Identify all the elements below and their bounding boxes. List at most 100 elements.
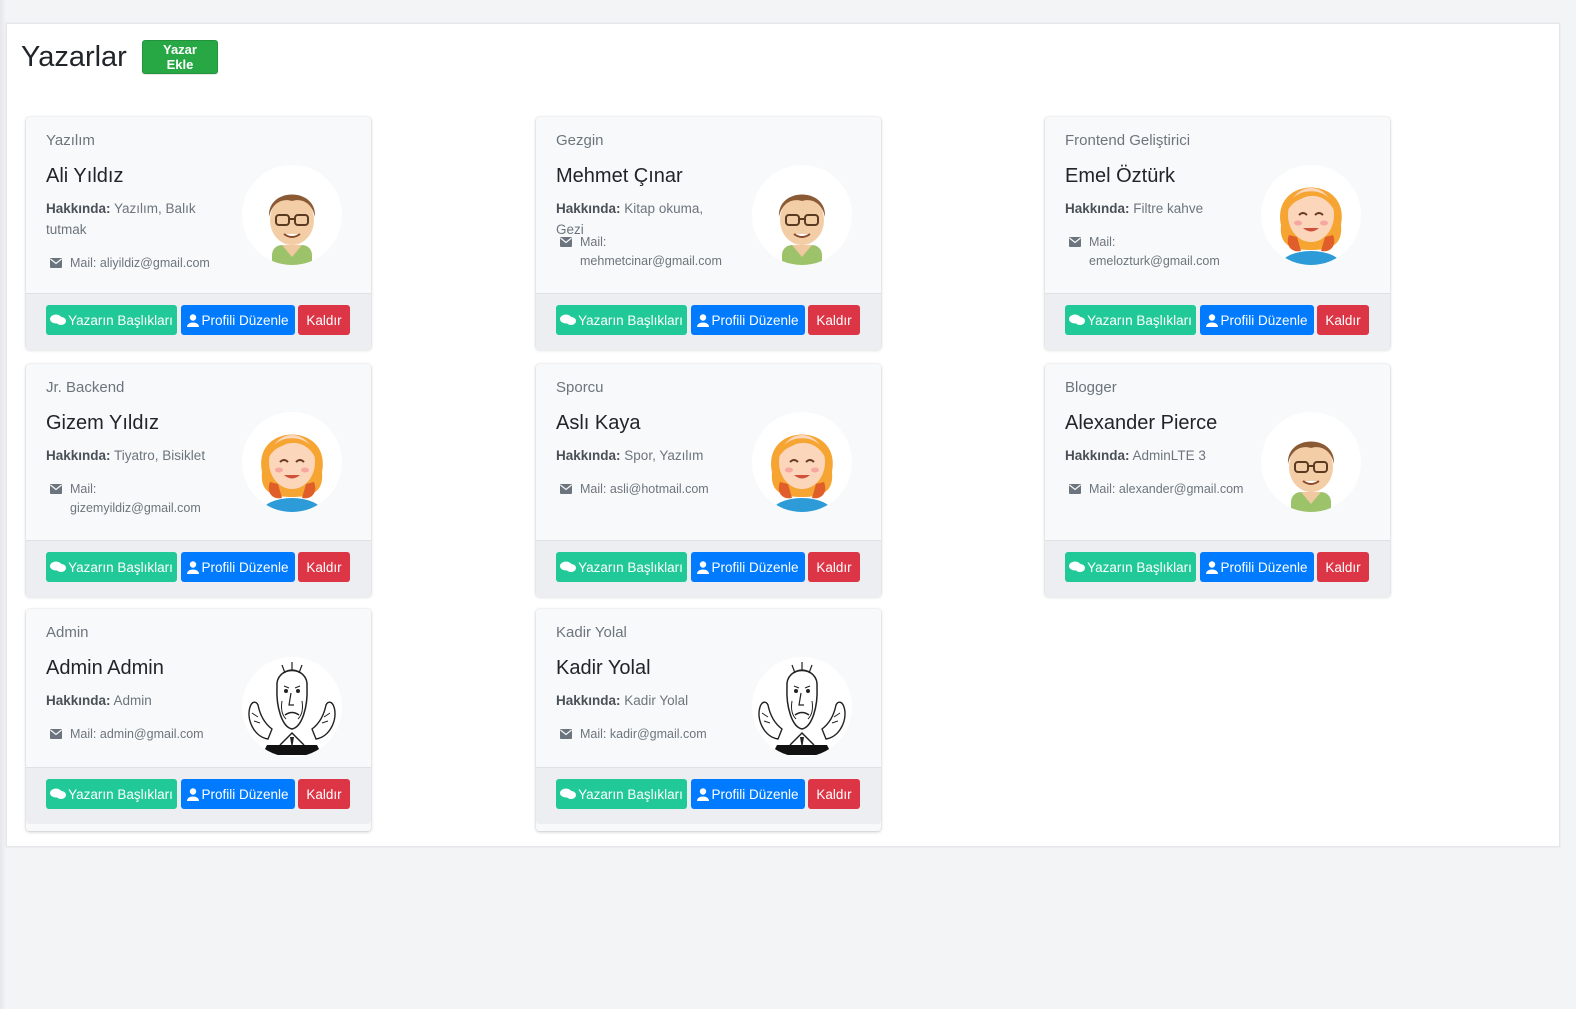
edit-button-label: Profili Düzenle (711, 559, 799, 575)
author-role: Admin (46, 624, 89, 641)
author-role: Gezgin (556, 132, 604, 149)
remove-author-button[interactable]: Kaldır (808, 305, 860, 335)
edit-profile-button[interactable]: Profili Düzenle (181, 305, 295, 335)
edit-button-label: Profili Düzenle (201, 559, 289, 575)
about-text: Admin (113, 693, 152, 708)
author-posts-button[interactable]: Yazarın Başlıkları (46, 552, 177, 582)
author-mail: Mail: alexander@gmail.com (1069, 480, 1244, 499)
user-icon (697, 787, 710, 801)
comments-icon (560, 314, 577, 325)
edit-profile-button[interactable]: Profili Düzenle (691, 552, 805, 582)
author-about: Hakkında: Filtre kahve (1065, 198, 1240, 219)
comments-icon (50, 788, 67, 799)
author-posts-button[interactable]: Yazarın Başlıkları (556, 305, 687, 335)
mail-label: Mail: (70, 482, 97, 496)
author-posts-button[interactable]: Yazarın Başlıkları (1065, 552, 1196, 582)
about-label: Hakkında: (556, 693, 621, 708)
mail-address: gizemyildiz@gmail.com (70, 501, 201, 515)
posts-button-label: Yazarın Başlıkları (578, 786, 683, 802)
about-text: Kadir Yolal (624, 693, 689, 708)
envelope-icon (1069, 237, 1081, 247)
author-card: Frontend Geliştirici Emel Öztürk Hakkınd… (1045, 117, 1390, 350)
posts-button-label: Yazarın Başlıkları (68, 312, 173, 328)
remove-author-button[interactable]: Kaldır (1317, 305, 1369, 335)
author-mail: Mail: emelozturk@gmail.com (1069, 233, 1220, 271)
posts-button-label: Yazarın Başlıkları (68, 786, 173, 802)
remove-author-button[interactable]: Kaldır (808, 552, 860, 582)
edit-profile-button[interactable]: Profili Düzenle (181, 779, 295, 809)
edit-profile-button[interactable]: Profili Düzenle (691, 779, 805, 809)
about-label: Hakkında: (46, 693, 111, 708)
user-icon (697, 560, 710, 574)
envelope-icon (1069, 484, 1081, 494)
author-card: Blogger Alexander Pierce Hakkında: Admin… (1045, 364, 1390, 597)
edit-profile-button[interactable]: Profili Düzenle (1200, 552, 1314, 582)
mail-address: aliyildiz@gmail.com (99, 256, 210, 270)
user-icon (187, 560, 200, 574)
boy-avatar-icon (1261, 412, 1361, 512)
remove-author-button[interactable]: Kaldır (298, 305, 350, 335)
user-icon (1206, 560, 1219, 574)
mail-address: admin@gmail.com (99, 727, 204, 741)
girl-avatar-icon (242, 412, 342, 512)
author-about: Hakkında: Yazılım, Balık tutmak (46, 198, 221, 240)
edit-button-label: Profili Düzenle (711, 786, 799, 802)
author-about: Hakkında: Tiyatro, Bisiklet (46, 445, 221, 466)
about-label: Hakkında: (46, 448, 111, 463)
mail-label: Mail: (1089, 235, 1116, 249)
author-about: Hakkında: Admin (46, 690, 221, 711)
author-about: Hakkında: AdminLTE 3 (1065, 445, 1240, 466)
boy-avatar-icon (752, 165, 852, 265)
girl-avatar-icon (1261, 165, 1361, 265)
envelope-icon (50, 258, 62, 268)
about-label: Hakkında: (556, 448, 621, 463)
author-name: Kadir Yolal (556, 657, 651, 679)
user-icon (187, 313, 200, 327)
comments-icon (50, 561, 67, 572)
author-posts-button[interactable]: Yazarın Başlıkları (556, 779, 687, 809)
remove-author-button[interactable]: Kaldır (298, 552, 350, 582)
author-mail: Mail: kadir@gmail.com (560, 725, 735, 744)
mail-label: Mail: (580, 482, 607, 496)
about-label: Hakkında: (46, 201, 111, 216)
old-man-sketch-icon (752, 657, 852, 757)
posts-button-label: Yazarın Başlıkları (578, 312, 683, 328)
author-posts-button[interactable]: Yazarın Başlıkları (46, 779, 177, 809)
author-role: Kadir Yolal (556, 624, 627, 641)
remove-author-button[interactable]: Kaldır (808, 779, 860, 809)
add-author-button[interactable]: Yazar Ekle (142, 40, 218, 74)
edit-button-label: Profili Düzenle (201, 786, 289, 802)
posts-button-label: Yazarın Başlıkları (68, 559, 173, 575)
edit-profile-button[interactable]: Profili Düzenle (691, 305, 805, 335)
user-icon (697, 313, 710, 327)
author-mail: Mail: asli@hotmail.com (560, 480, 735, 499)
about-text: Filtre kahve (1133, 201, 1204, 216)
mail-label: Mail: (70, 256, 97, 270)
author-role: Sporcu (556, 379, 604, 396)
edit-profile-button[interactable]: Profili Düzenle (181, 552, 295, 582)
mail-address: asli@hotmail.com (609, 482, 709, 496)
about-label: Hakkında: (1065, 448, 1130, 463)
author-name: Aslı Kaya (556, 412, 641, 434)
user-icon (187, 787, 200, 801)
comments-icon (1069, 314, 1086, 325)
author-posts-button[interactable]: Yazarın Başlıkları (46, 305, 177, 335)
remove-author-button[interactable]: Kaldır (1317, 552, 1369, 582)
author-posts-button[interactable]: Yazarın Başlıkları (556, 552, 687, 582)
remove-author-button[interactable]: Kaldır (298, 779, 350, 809)
author-posts-button[interactable]: Yazarın Başlıkları (1065, 305, 1196, 335)
author-role: Jr. Backend (46, 379, 125, 396)
about-label: Hakkında: (556, 201, 621, 216)
author-name: Emel Öztürk (1065, 165, 1176, 187)
author-mail: Mail: mehmetcinar@gmail.com (560, 233, 722, 271)
comments-icon (50, 314, 67, 325)
mail-label: Mail: (70, 727, 97, 741)
edit-profile-button[interactable]: Profili Düzenle (1200, 305, 1314, 335)
author-mail: Mail: aliyildiz@gmail.com (50, 254, 225, 273)
author-card: Sporcu Aslı Kaya Hakkında: Spor, Yazılım… (536, 364, 881, 597)
page-title: Yazarlar (21, 41, 127, 73)
about-label: Hakkında: (1065, 201, 1130, 216)
authors-panel: Yazarlar Yazar Ekle Yazılım Ali Yıldız H… (6, 23, 1560, 847)
user-icon (1206, 313, 1219, 327)
mail-label: Mail: (580, 727, 607, 741)
